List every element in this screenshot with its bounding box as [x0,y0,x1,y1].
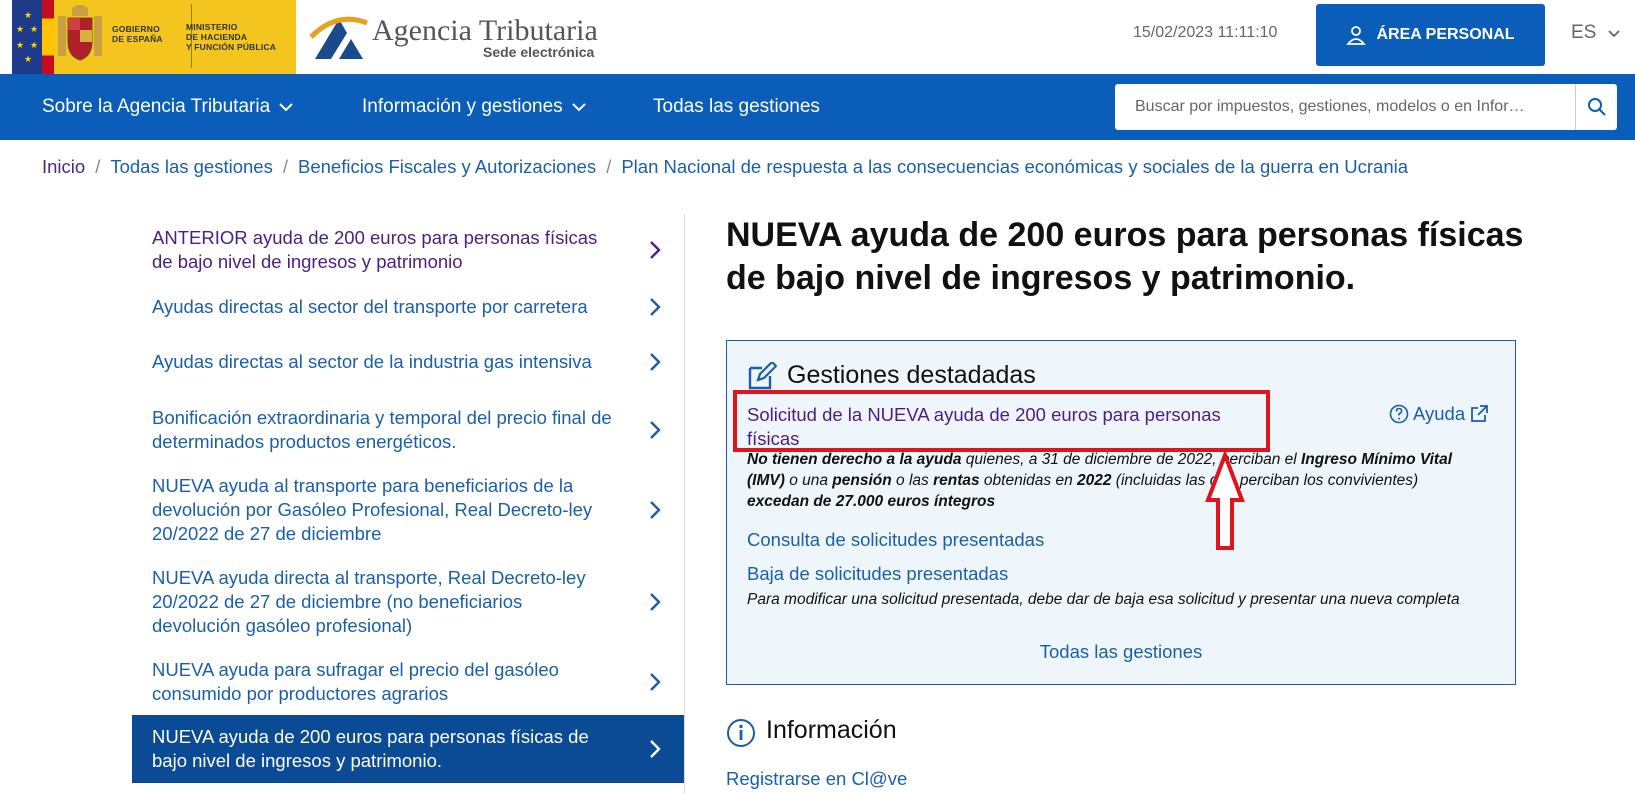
search-button[interactable] [1575,84,1618,130]
breadcrumb-todas-gestiones[interactable]: Todas las gestiones [110,156,273,177]
sidebar-item-label: NUEVA ayuda para sufragar el precio del … [152,659,559,704]
chevron-right-icon [650,421,661,439]
breadcrumb-beneficios-fiscales[interactable]: Beneficios Fiscales y Autorizaciones [298,156,596,177]
note-text: obtenidas en [979,472,1077,489]
sidebar-item-productores-agrarios[interactable]: NUEVA ayuda para sufragar el precio del … [132,656,685,708]
info-icon [727,719,755,747]
agency-title[interactable]: Agencia Tributaria [372,14,598,48]
modificar-solicitud-note: Para modificar una solicitud presentada,… [747,591,1460,608]
external-link-icon [1471,405,1489,422]
sidebar-item-label: Bonificación extraordinaria y temporal d… [152,407,612,452]
search-icon [1588,98,1606,116]
sidebar-item-nueva-ayuda-200[interactable]: NUEVA ayuda de 200 euros para personas f… [132,715,685,783]
sidebar-item-nueva-ayuda-transporte[interactable]: NUEVA ayuda directa al transporte, Real … [132,564,685,640]
arrow-up-icon [1205,452,1245,550]
sidebar-item-label: ANTERIOR ayuda de 200 euros para persona… [152,227,598,272]
sidebar-item-nueva-ayuda-gasoleo-profesional[interactable]: NUEVA ayuda al transporte para beneficia… [132,472,685,548]
chevron-right-icon [650,593,661,611]
edit-icon [748,362,777,390]
note-text: o las [891,472,934,489]
question-circle-icon [1389,404,1409,424]
nav-label: Información y gestiones [362,96,563,117]
chevron-down-icon [279,103,294,112]
breadcrumb-inicio[interactable]: Inicio [42,156,85,177]
nav-informacion-gestiones[interactable]: Información y gestiones [362,96,586,118]
gov-text-1: GOBIERNO DE ESPAÑA [112,24,163,44]
sidebar-item-label: NUEVA ayuda de 200 euros para personas f… [152,726,589,771]
coat-of-arms-icon [58,5,102,61]
eu-flag-icon: ★ ★ ★ ★ ★ ★ [12,0,42,74]
sidebar-item-label: NUEVA ayuda directa al transporte, Real … [152,567,586,636]
todas-gestiones-link[interactable]: Todas las gestiones [727,641,1515,663]
sidebar-item-industria-gas[interactable]: Ayudas directas al sector de la industri… [132,336,685,388]
informacion-title: Información [766,716,897,744]
sidebar-item-label: Ayudas directas al sector del transporte… [152,296,588,317]
note-bold: pensión [832,472,892,489]
ayuda-requirements-note: No tienen derecho a la ayuda quienes, a … [747,449,1477,512]
sidebar-item-transporte-carretera[interactable]: Ayudas directas al sector del transporte… [132,290,685,324]
baja-solicitudes-link[interactable]: Baja de solicitudes presentadas [747,563,1008,585]
area-personal-button[interactable]: ÁREA PERSONAL [1316,4,1545,66]
government-logo[interactable]: ★ ★ ★ ★ ★ ★ GOBIERNO DE ESPAÑA MINISTERIO DE… [12,0,296,74]
nav-todas-gestiones[interactable]: Todas las gestiones [653,96,820,118]
note-text: (incluidas las que perciban los convivie… [1111,472,1419,489]
note-bold: rentas [933,472,980,489]
breadcrumb-separator: / [282,156,288,177]
language-label: ES [1571,22,1597,43]
sidebar-divider [684,214,685,793]
breadcrumb-separator: / [606,156,612,177]
chevron-down-icon [572,103,586,112]
note-text: o una [784,472,833,489]
sidebar-item-label: NUEVA ayuda al transporte para beneficia… [152,475,593,544]
consulta-solicitudes-link[interactable]: Consulta de solicitudes presentadas [747,529,1044,551]
sidebar-item-bonificacion[interactable]: Bonificación extraordinaria y temporal d… [132,404,685,456]
user-icon [1346,26,1367,45]
breadcrumb: Inicio / Todas las gestiones / Beneficios Fi… [42,156,1408,178]
main-nav: Sobre la Agencia Tributaria Información … [0,74,1635,140]
note-text: quienes, a 31 de diciembre de 2022, perc… [961,451,1301,468]
registrarse-clave-link[interactable]: Registrarse en Cl@ve [726,768,907,790]
gov-text-2: MINISTERIO DE HACIENDA Y FUNCIÓN PÚBLICA [186,22,277,52]
area-personal-label: ÁREA PERSONAL [1376,26,1515,43]
agency-subtitle: Sede electrónica [483,44,595,60]
site-header: ★ ★ ★ ★ ★ ★ GOBIERNO DE ESPAÑA MINISTERIO DE… [0,0,1635,74]
page-title: NUEVA ayuda de 200 euros para personas f… [726,216,1524,297]
sidebar-item-label: Ayudas directas al sector de la industri… [152,351,592,372]
search-input[interactable] [1115,84,1575,130]
note-bold: No tienen derecho a la ayuda [747,451,962,468]
chevron-right-icon [650,241,661,259]
breadcrumb-plan-nacional[interactable]: Plan Nacional de respuesta a las consecu… [621,156,1408,177]
sidebar-item-anterior-ayuda[interactable]: ANTERIOR ayuda de 200 euros para persona… [132,224,685,276]
chevron-right-icon [650,673,661,691]
ayuda-label: Ayuda [1413,403,1466,424]
chevron-right-icon [650,740,661,758]
ayuda-link[interactable]: Ayuda [1389,403,1489,425]
chevron-right-icon [650,298,661,316]
datetime: 15/02/2023 11:11:10 [1133,24,1278,41]
nav-label: Todas las gestiones [653,96,820,117]
nav-label: Sobre la Agencia Tributaria [42,96,271,117]
gestiones-title: Gestiones destadadas [787,361,1036,389]
note-bold: excedan de 27.000 euros íntegros [747,493,996,510]
note-bold: 2022 [1077,472,1112,489]
chevron-right-icon [650,353,661,371]
chevron-right-icon [650,501,661,519]
highlight-box [733,390,1270,452]
search-box [1115,84,1617,130]
nav-sobre-agencia[interactable]: Sobre la Agencia Tributaria [42,96,294,118]
breadcrumb-separator: / [95,156,101,177]
language-selector[interactable]: ES [1571,22,1620,44]
agencia-tributaria-logo-icon[interactable] [309,15,369,61]
chevron-down-icon [1608,30,1620,38]
